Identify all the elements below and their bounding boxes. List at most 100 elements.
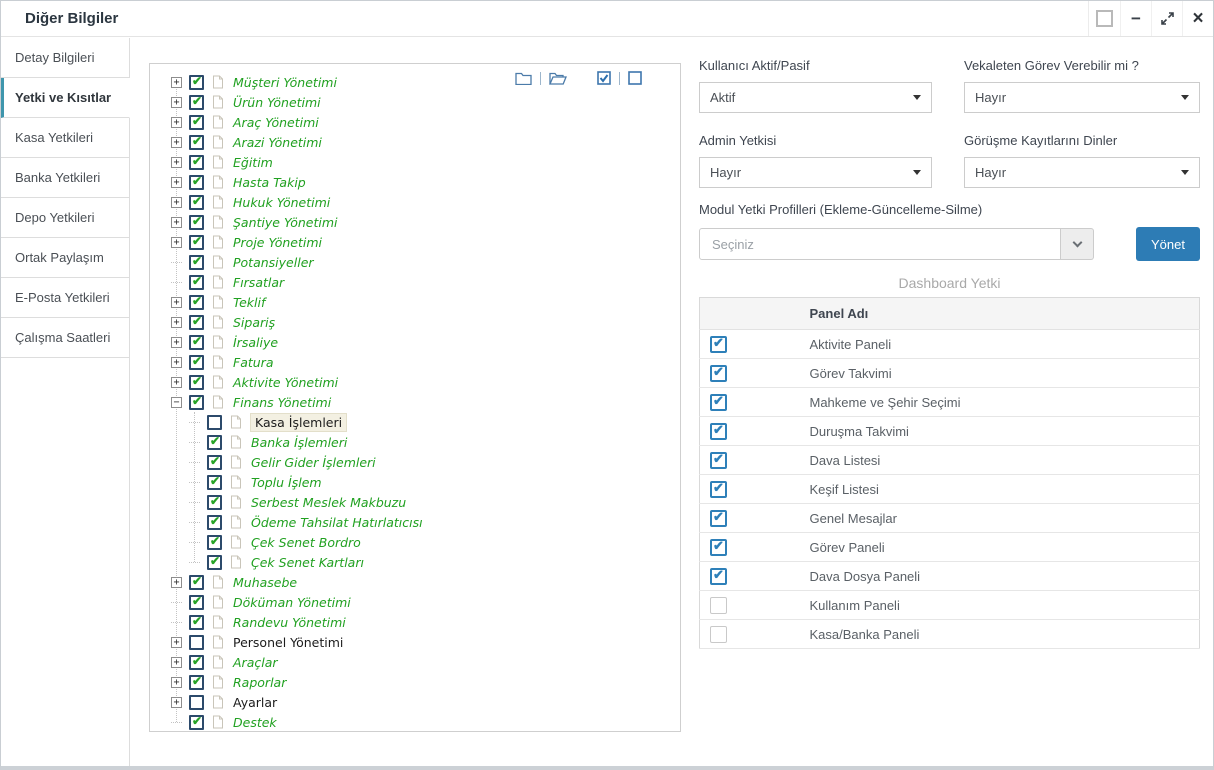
user-active-select[interactable]: Aktif	[699, 82, 932, 113]
tree-checkbox[interactable]	[207, 435, 222, 450]
sidebar-tab-depo-yetkileri[interactable]: Depo Yetkileri	[1, 198, 130, 238]
tree-checkbox[interactable]	[189, 295, 204, 310]
tree-node-label[interactable]: Çek Senet Bordro	[251, 535, 361, 550]
expand-icon[interactable]: +	[171, 697, 182, 708]
tree-node[interactable]: +Arazi Yönetimi	[150, 132, 680, 152]
tree-node[interactable]: +Eğitim	[150, 152, 680, 172]
panel-checkbox[interactable]	[710, 481, 727, 498]
tree-checkbox[interactable]	[189, 575, 204, 590]
tree-node[interactable]: Çek Senet Kartları	[150, 552, 680, 572]
tree-node[interactable]: +Muhasebe	[150, 572, 680, 592]
tree-node-label[interactable]: Ayarlar	[233, 695, 277, 710]
tree-node[interactable]: Potansiyeller	[150, 252, 680, 272]
tree-node[interactable]: + Ayarlar	[150, 692, 680, 712]
sidebar-tab-ortak-payla-m[interactable]: Ortak Paylaşım	[1, 238, 130, 278]
tree-node[interactable]: +Teklif	[150, 292, 680, 312]
tree-node-label[interactable]: Muhasebe	[233, 575, 297, 590]
tree-node-label[interactable]: Araç Yönetimi	[233, 115, 319, 130]
tree-node[interactable]: Kasa İşlemleri	[150, 412, 680, 432]
tree-checkbox[interactable]	[189, 355, 204, 370]
expand-icon[interactable]: +	[171, 117, 182, 128]
maximize-icon[interactable]	[1151, 1, 1182, 36]
sidebar-tab-yetki-ve-k-s-tlar[interactable]: Yetki ve Kısıtlar	[1, 78, 130, 118]
tree-checkbox[interactable]	[207, 515, 222, 530]
combobox-dropdown-button[interactable]	[1061, 228, 1094, 260]
tree-checkbox[interactable]	[207, 455, 222, 470]
module-profiles-combobox[interactable]: Seçiniz	[699, 228, 1061, 260]
tree-checkbox[interactable]	[207, 555, 222, 570]
expand-icon[interactable]: +	[171, 337, 182, 348]
tree-node[interactable]: Çek Senet Bordro	[150, 532, 680, 552]
expand-icon[interactable]: +	[171, 637, 182, 648]
tree-node-label[interactable]: İrsaliye	[233, 335, 278, 350]
tree-checkbox[interactable]	[189, 635, 204, 650]
panel-checkbox[interactable]	[710, 539, 727, 556]
tree-node[interactable]: +Aktivite Yönetimi	[150, 372, 680, 392]
sidebar-tab-detay-bilgileri[interactable]: Detay Bilgileri	[1, 38, 130, 78]
tree-node-label[interactable]: Ürün Yönetimi	[233, 95, 321, 110]
tree-node[interactable]: Banka İşlemleri	[150, 432, 680, 452]
tree-checkbox[interactable]	[189, 695, 204, 710]
tree-node-label[interactable]: Randevu Yönetimi	[233, 615, 346, 630]
tree-node-label[interactable]: Serbest Meslek Makbuzu	[251, 495, 406, 510]
call-records-select[interactable]: Hayır	[964, 157, 1200, 188]
uncheck-all-icon[interactable]	[628, 71, 642, 85]
tree-checkbox[interactable]	[189, 715, 204, 730]
tree-node-label[interactable]: Şantiye Yönetimi	[233, 215, 338, 230]
tree-checkbox[interactable]	[207, 535, 222, 550]
panel-checkbox[interactable]	[710, 365, 727, 382]
panel-checkbox[interactable]	[710, 452, 727, 469]
tree-node[interactable]: +Proje Yönetimi	[150, 232, 680, 252]
tree-checkbox[interactable]	[189, 275, 204, 290]
panel-checkbox[interactable]	[710, 568, 727, 585]
tree-checkbox[interactable]	[207, 475, 222, 490]
tree-checkbox[interactable]	[189, 335, 204, 350]
collapse-all-folder-icon[interactable]	[515, 71, 532, 85]
tree-checkbox[interactable]	[189, 135, 204, 150]
sidebar-tab-e-posta-yetkileri[interactable]: E-Posta Yetkileri	[1, 278, 130, 318]
tree-node[interactable]: Döküman Yönetimi	[150, 592, 680, 612]
tree-node[interactable]: + Ürün Yönetimi	[150, 92, 680, 112]
panel-checkbox[interactable]	[710, 394, 727, 411]
collapse-icon[interactable]: −	[171, 397, 182, 408]
tree-node[interactable]: +Raporlar	[150, 672, 680, 692]
tree-checkbox[interactable]	[189, 75, 204, 90]
tree-node[interactable]: +Personel Yönetimi	[150, 632, 680, 652]
tree-node[interactable]: Toplu İşlem	[150, 472, 680, 492]
panel-checkbox[interactable]	[710, 597, 727, 614]
tree-node[interactable]: + Sipariş	[150, 312, 680, 332]
tree-node[interactable]: Serbest Meslek Makbuzu	[150, 492, 680, 512]
minimize-icon[interactable]: −	[1120, 1, 1151, 36]
tree-node-label[interactable]: Hukuk Yönetimi	[233, 195, 330, 210]
panel-checkbox[interactable]	[710, 423, 727, 440]
expand-icon[interactable]: +	[171, 97, 182, 108]
tree-checkbox[interactable]	[189, 235, 204, 250]
tree-node-label[interactable]: Arazi Yönetimi	[233, 135, 322, 150]
tree-node-label[interactable]: Araçlar	[233, 655, 278, 670]
tree-checkbox[interactable]	[189, 255, 204, 270]
tree-node-label[interactable]: Proje Yönetimi	[233, 235, 322, 250]
tree-checkbox[interactable]	[207, 495, 222, 510]
tree-node[interactable]: Gelir Gider İşlemleri	[150, 452, 680, 472]
tree-node-label[interactable]: Aktivite Yönetimi	[233, 375, 338, 390]
sidebar-tab-banka-yetkileri[interactable]: Banka Yetkileri	[1, 158, 130, 198]
panel-checkbox[interactable]	[710, 626, 727, 643]
tree-node-label[interactable]: Toplu İşlem	[251, 475, 322, 490]
panel-checkbox[interactable]	[710, 336, 727, 353]
tree-node[interactable]: + İrsaliye	[150, 332, 680, 352]
tree-node-label[interactable]: Sipariş	[233, 315, 275, 330]
tree-node-label[interactable]: Hasta Takip	[233, 175, 306, 190]
tree-node[interactable]: +Hasta Takip	[150, 172, 680, 192]
tree-checkbox[interactable]	[189, 115, 204, 130]
expand-icon[interactable]: +	[171, 657, 182, 668]
expand-all-folder-icon[interactable]	[549, 71, 567, 85]
expand-icon[interactable]: +	[171, 157, 182, 168]
restore-icon[interactable]	[1089, 1, 1120, 36]
tree-checkbox[interactable]	[189, 595, 204, 610]
expand-icon[interactable]: +	[171, 317, 182, 328]
tree-node-label[interactable]: Müşteri Yönetimi	[233, 75, 337, 90]
expand-icon[interactable]: +	[171, 77, 182, 88]
tree-checkbox[interactable]	[189, 155, 204, 170]
tree-node[interactable]: Ödeme Tahsilat Hatırlatıcısı	[150, 512, 680, 532]
expand-icon[interactable]: +	[171, 677, 182, 688]
